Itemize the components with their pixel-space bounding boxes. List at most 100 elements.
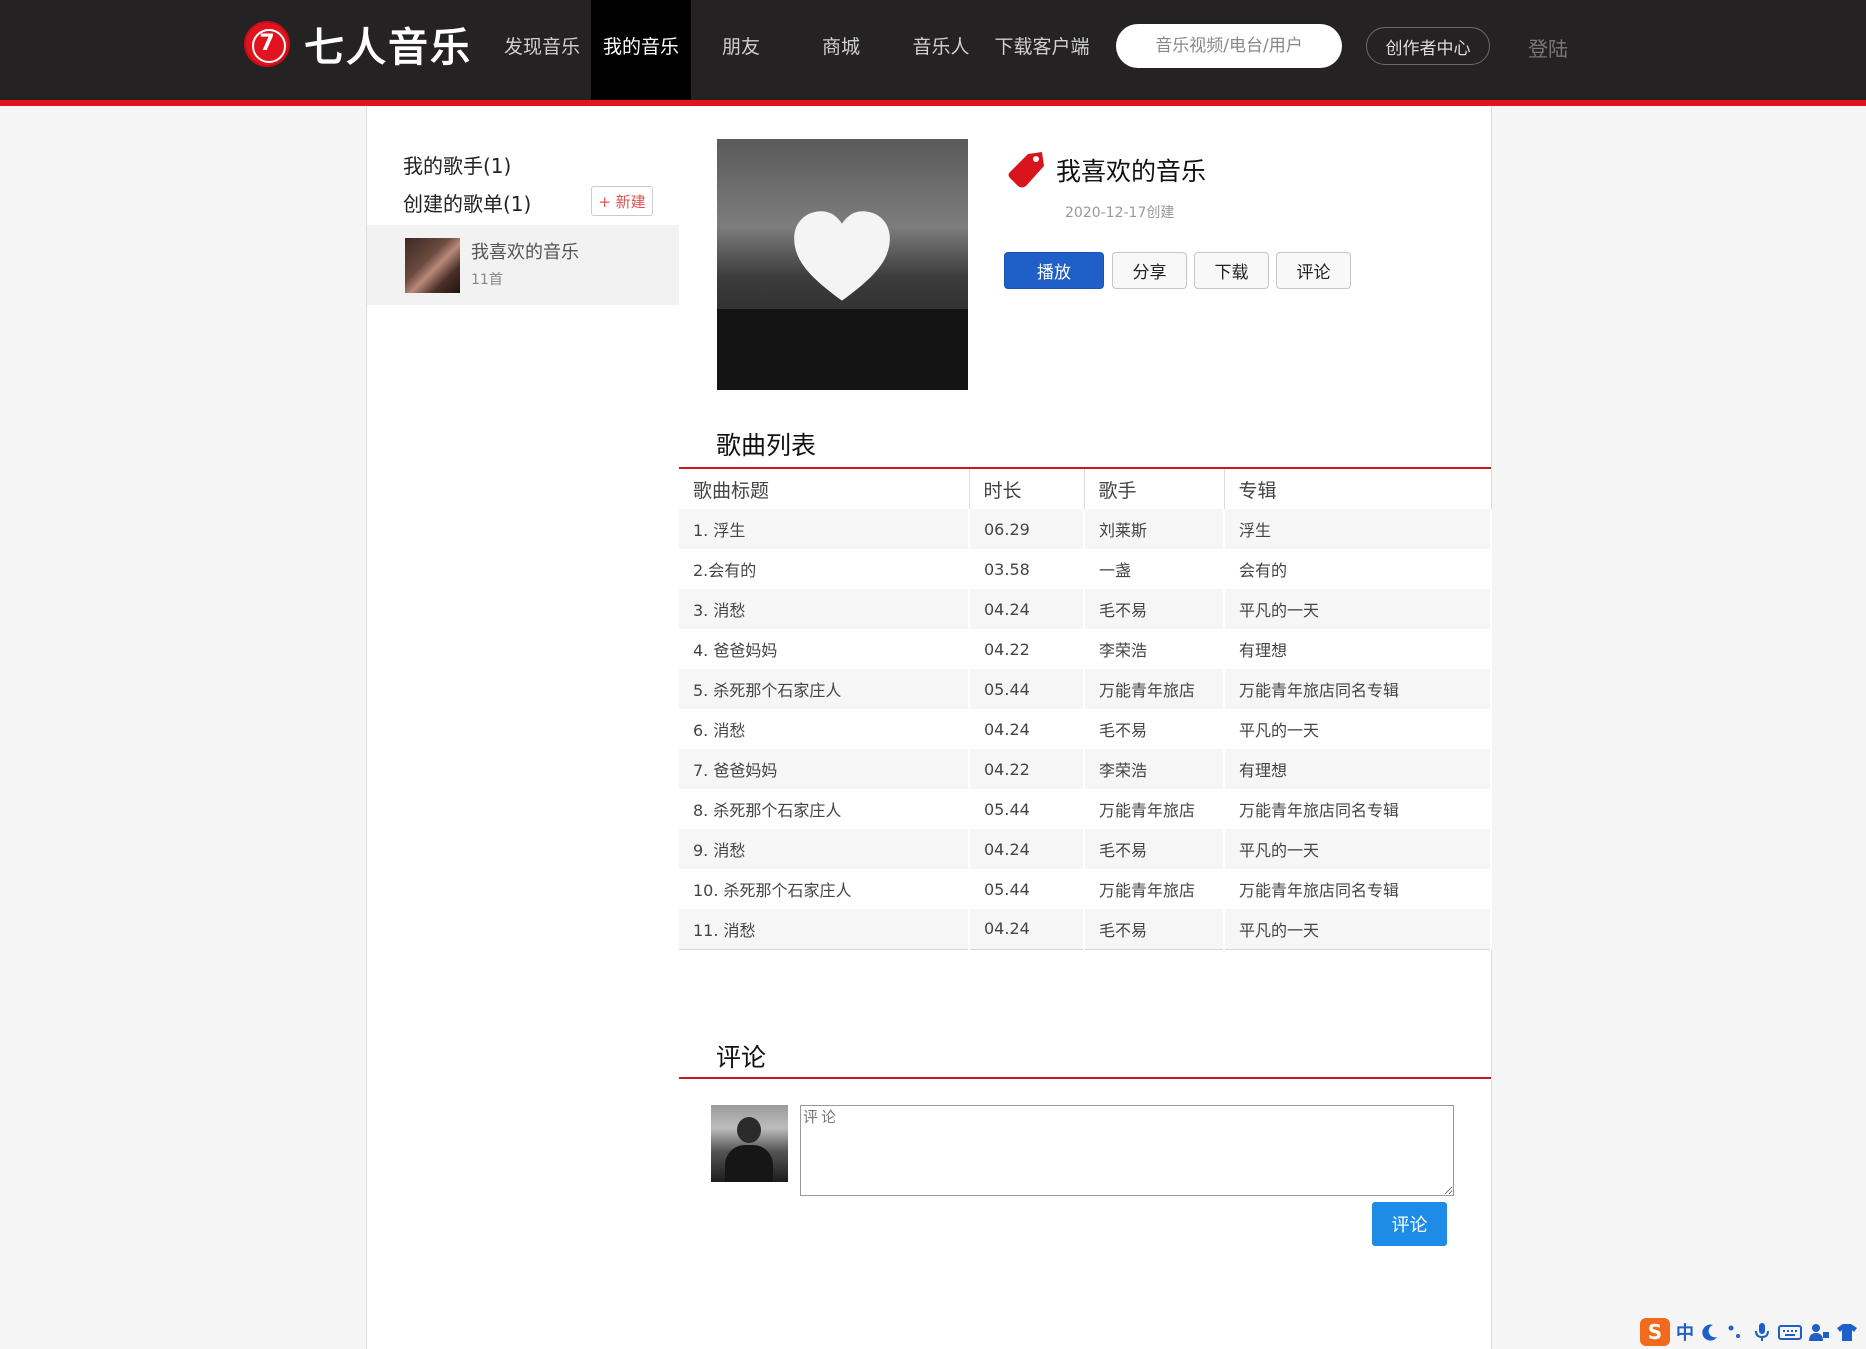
song-title[interactable]: 8. 杀死那个石家庄人 [679, 789, 970, 829]
column-header-title[interactable]: 歌曲标题 [679, 469, 970, 509]
song-album[interactable]: 平凡的一天 [1224, 589, 1492, 629]
song-album[interactable]: 万能青年旅店同名专辑 [1224, 789, 1492, 829]
song-album[interactable]: 万能青年旅店同名专辑 [1224, 669, 1492, 709]
song-duration: 03.58 [969, 549, 1085, 589]
comments-divider [679, 1077, 1491, 1079]
song-album[interactable]: 平凡的一天 [1224, 709, 1492, 749]
song-album[interactable]: 万能青年旅店同名专辑 [1224, 869, 1492, 909]
song-artist[interactable]: 一盏 [1084, 549, 1225, 589]
logo-mark-text: 7 [259, 31, 275, 56]
song-album[interactable]: 会有的 [1224, 549, 1492, 589]
share-button[interactable]: 分享 [1112, 252, 1187, 289]
my-singers-link[interactable]: 我的歌手(1) [403, 150, 511, 179]
skin-shirt-icon[interactable] [1836, 1322, 1858, 1342]
keyboard-icon[interactable] [1778, 1322, 1802, 1342]
song-title[interactable]: 4. 爸爸妈妈 [679, 629, 970, 669]
nav-mall[interactable]: 商城 [800, 0, 882, 100]
creator-center-button[interactable]: 创作者中心 [1366, 27, 1490, 65]
song-album[interactable]: 有理想 [1224, 749, 1492, 789]
nav-download-client[interactable]: 下载客户端 [994, 0, 1090, 100]
song-row[interactable]: 5. 杀死那个石家庄人 05.44 万能青年旅店 万能青年旅店同名专辑 [679, 669, 1492, 709]
song-row[interactable]: 7. 爸爸妈妈 04.22 李荣浩 有理想 [679, 749, 1492, 789]
song-duration: 04.22 [969, 749, 1085, 789]
song-row[interactable]: 2.会有的 03.58 一盏 会有的 [679, 549, 1492, 589]
playlist-cover-image [717, 139, 968, 390]
song-row[interactable]: 4. 爸爸妈妈 04.22 李荣浩 有理想 [679, 629, 1492, 669]
song-duration: 06.29 [969, 509, 1085, 549]
song-album[interactable]: 平凡的一天 [1224, 909, 1492, 950]
avatar-body-shape [725, 1145, 773, 1182]
microphone-icon[interactable] [1752, 1321, 1772, 1343]
song-artist[interactable]: 毛不易 [1084, 829, 1225, 869]
sidebar-playlist-name: 我喜欢的音乐 [471, 242, 579, 263]
nav-my-music[interactable]: 我的音乐 [591, 0, 691, 100]
song-row[interactable]: 3. 消愁 04.24 毛不易 平凡的一天 [679, 589, 1492, 629]
song-title[interactable]: 10. 杀死那个石家庄人 [679, 869, 970, 909]
song-duration: 04.24 [969, 589, 1085, 629]
nav-musician[interactable]: 音乐人 [900, 0, 982, 100]
ime-toolbar[interactable]: S 中 [1640, 1318, 1858, 1346]
song-title[interactable]: 11. 消愁 [679, 909, 970, 950]
column-header-artist[interactable]: 歌手 [1084, 469, 1225, 509]
sidebar-playlist-count: 11首 [471, 272, 503, 288]
song-artist[interactable]: 毛不易 [1084, 909, 1225, 950]
song-title[interactable]: 3. 消愁 [679, 589, 970, 629]
moon-icon[interactable] [1700, 1322, 1720, 1342]
nav-friends[interactable]: 朋友 [700, 0, 782, 100]
song-row[interactable]: 8. 杀死那个石家庄人 05.44 万能青年旅店 万能青年旅店同名专辑 [679, 789, 1492, 829]
song-row[interactable]: 10. 杀死那个石家庄人 05.44 万能青年旅店 万能青年旅店同名专辑 [679, 869, 1492, 909]
song-artist[interactable]: 刘莱斯 [1084, 509, 1225, 549]
punctuation-icon[interactable] [1726, 1322, 1746, 1342]
song-artist[interactable]: 万能青年旅店 [1084, 669, 1225, 709]
song-title[interactable]: 5. 杀死那个石家庄人 [679, 669, 970, 709]
ime-language-toggle[interactable]: 中 [1676, 1319, 1694, 1345]
comment-input[interactable] [800, 1105, 1454, 1196]
song-artist[interactable]: 毛不易 [1084, 709, 1225, 749]
song-title[interactable]: 1. 浮生 [679, 509, 970, 549]
search-input[interactable] [1116, 24, 1342, 68]
song-title[interactable]: 7. 爸爸妈妈 [679, 749, 970, 789]
song-duration: 05.44 [969, 869, 1085, 909]
logo-text: 七人音乐 [304, 24, 472, 71]
song-album[interactable]: 有理想 [1224, 629, 1492, 669]
cover-shirt-shape [717, 309, 968, 390]
song-table-header: 歌曲标题 时长 歌手 专辑 [679, 469, 1491, 509]
song-title[interactable]: 2.会有的 [679, 549, 970, 589]
song-title[interactable]: 6. 消愁 [679, 709, 970, 749]
song-artist[interactable]: 毛不易 [1084, 589, 1225, 629]
new-playlist-button[interactable]: + 新建 [591, 186, 653, 216]
song-row[interactable]: 9. 消愁 04.24 毛不易 平凡的一天 [679, 829, 1492, 869]
playlist-thumbnail [405, 238, 460, 293]
comment-submit-button[interactable]: 评论 [1372, 1202, 1447, 1246]
song-table: 歌曲标题 时长 歌手 专辑 1. 浮生 06.29 刘莱斯 浮生 2.会有的 03.58… [679, 469, 1492, 950]
song-duration: 05.44 [969, 789, 1085, 829]
user-tools-icon[interactable] [1808, 1322, 1830, 1342]
download-button[interactable]: 下载 [1194, 252, 1269, 289]
created-playlists-label[interactable]: 创建的歌单(1) [403, 188, 531, 217]
song-album[interactable]: 平凡的一天 [1224, 829, 1492, 869]
comment-jump-button[interactable]: 评论 [1276, 252, 1351, 289]
song-list-heading: 歌曲列表 [716, 431, 817, 460]
nav-discover[interactable]: 发现音乐 [496, 0, 588, 100]
comments-heading: 评论 [716, 1043, 767, 1072]
login-link[interactable]: 登陆 [1528, 33, 1568, 62]
column-header-album[interactable]: 专辑 [1224, 469, 1491, 509]
playlist-title: 我喜欢的音乐 [1056, 157, 1207, 186]
play-button[interactable]: 播放 [1004, 252, 1104, 289]
main-panel: 我喜欢的音乐 2020-12-17创建 播放 分享 下载 评论 歌曲列表 歌曲标… [679, 106, 1492, 1349]
song-artist[interactable]: 李荣浩 [1084, 629, 1225, 669]
site-logo[interactable]: 7 七人音乐 [244, 20, 472, 71]
song-artist[interactable]: 李荣浩 [1084, 749, 1225, 789]
song-artist[interactable]: 万能青年旅店 [1084, 789, 1225, 829]
song-row[interactable]: 11. 消愁 04.24 毛不易 平凡的一天 [679, 909, 1492, 950]
song-duration: 04.24 [969, 709, 1085, 749]
song-title[interactable]: 9. 消愁 [679, 829, 970, 869]
column-header-duration[interactable]: 时长 [969, 469, 1085, 509]
ime-logo-icon[interactable]: S [1640, 1318, 1670, 1346]
song-artist[interactable]: 万能青年旅店 [1084, 869, 1225, 909]
song-row[interactable]: 1. 浮生 06.29 刘莱斯 浮生 [679, 509, 1492, 549]
playlist-created-date: 2020-12-17创建 [1065, 205, 1175, 221]
song-row[interactable]: 6. 消愁 04.24 毛不易 平凡的一天 [679, 709, 1492, 749]
sidebar-playlist-item[interactable]: 我喜欢的音乐 11首 [367, 225, 679, 305]
song-album[interactable]: 浮生 [1224, 509, 1492, 549]
